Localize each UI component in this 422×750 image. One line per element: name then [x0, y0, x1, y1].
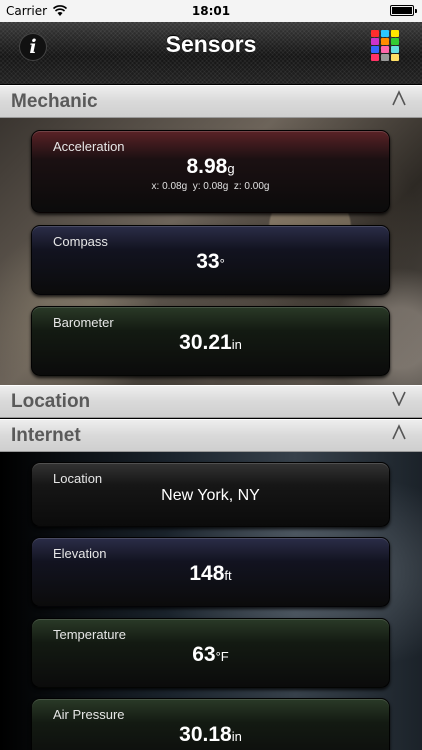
chevron-up-icon — [392, 90, 406, 106]
color-square-icon — [391, 38, 399, 45]
color-square-icon — [371, 46, 379, 53]
temperature-label: Temperature — [53, 627, 126, 642]
elevation-value: 148 — [189, 562, 225, 585]
page-title: Sensors — [165, 31, 257, 57]
acceleration-z: z: 0.00g — [233, 181, 270, 192]
elevation-unit: ft — [224, 568, 232, 583]
compass-card[interactable]: Compass 33° — [31, 225, 390, 295]
color-square-icon — [381, 54, 389, 61]
color-square-icon — [371, 54, 379, 61]
air-pressure-label: Air Pressure — [53, 707, 125, 722]
internet-panel: Location New York, NY Elevation 148ft Te… — [0, 452, 422, 750]
compass-unit: ° — [219, 256, 225, 271]
barometer-value-row: 30.21in — [32, 331, 389, 355]
temperature-value: 63 — [192, 643, 216, 666]
elevation-label: Elevation — [53, 546, 107, 561]
color-square-icon — [391, 46, 399, 53]
section-title-internet: Internet — [11, 425, 81, 446]
temperature-unit: °F — [215, 649, 229, 664]
chevron-down-icon — [392, 390, 406, 407]
compass-label: Compass — [53, 234, 108, 249]
section-title-mechanic: Mechanic — [11, 91, 98, 112]
temperature-card[interactable]: Temperature 63°F — [31, 618, 390, 688]
barometer-card[interactable]: Barometer 30.21in — [31, 306, 390, 376]
compass-value: 33 — [196, 250, 220, 273]
battery-icon — [390, 5, 417, 16]
air-pressure-unit: in — [231, 729, 242, 744]
acceleration-value-row: 8.98g — [32, 155, 389, 179]
mechanic-panel: Acceleration 8.98g x: 0.08g y: 0.08g z: … — [0, 118, 422, 385]
acceleration-label: Acceleration — [53, 139, 125, 154]
elevation-card[interactable]: Elevation 148ft — [31, 537, 390, 607]
internet-location-card[interactable]: Location New York, NY — [31, 462, 390, 527]
air-pressure-value-row: 30.18in — [32, 723, 389, 747]
internet-location-label: Location — [53, 471, 103, 486]
color-grid-button[interactable] — [371, 30, 401, 61]
air-pressure-card[interactable]: Air Pressure 30.18in — [31, 698, 390, 750]
color-square-icon — [381, 46, 389, 53]
internet-location-value: New York, NY — [161, 487, 260, 504]
barometer-value: 30.21 — [179, 331, 232, 354]
status-time: 18:01 — [191, 4, 231, 18]
color-square-icon — [371, 38, 379, 45]
barometer-label: Barometer — [53, 315, 114, 330]
compass-value-row: 33° — [32, 250, 389, 274]
acceleration-x: x: 0.08g — [151, 181, 188, 192]
color-square-icon — [381, 30, 389, 37]
air-pressure-value: 30.18 — [179, 723, 232, 746]
acceleration-y: y: 0.08g — [192, 181, 229, 192]
chevron-up-icon — [392, 424, 406, 440]
status-bar: Carrier 18:01 — [0, 0, 422, 22]
section-header-mechanic[interactable]: Mechanic — [0, 85, 422, 118]
section-header-internet[interactable]: Internet — [0, 419, 422, 452]
barometer-unit: in — [231, 337, 242, 352]
section-header-location[interactable]: Location — [0, 385, 422, 418]
elevation-value-row: 148ft — [32, 562, 389, 586]
temperature-value-row: 63°F — [32, 643, 389, 667]
navigation-bar: i Sensors — [0, 22, 422, 85]
color-square-icon — [381, 38, 389, 45]
color-square-icon — [371, 30, 379, 37]
acceleration-value: 8.98 — [186, 155, 228, 178]
color-square-icon — [391, 54, 399, 61]
color-square-icon — [391, 30, 399, 37]
acceleration-axes: x: 0.08g y: 0.08g z: 0.00g — [32, 181, 389, 192]
section-title-location: Location — [11, 391, 91, 412]
acceleration-unit: g — [227, 161, 235, 176]
acceleration-card[interactable]: Acceleration 8.98g x: 0.08g y: 0.08g z: … — [31, 130, 390, 213]
